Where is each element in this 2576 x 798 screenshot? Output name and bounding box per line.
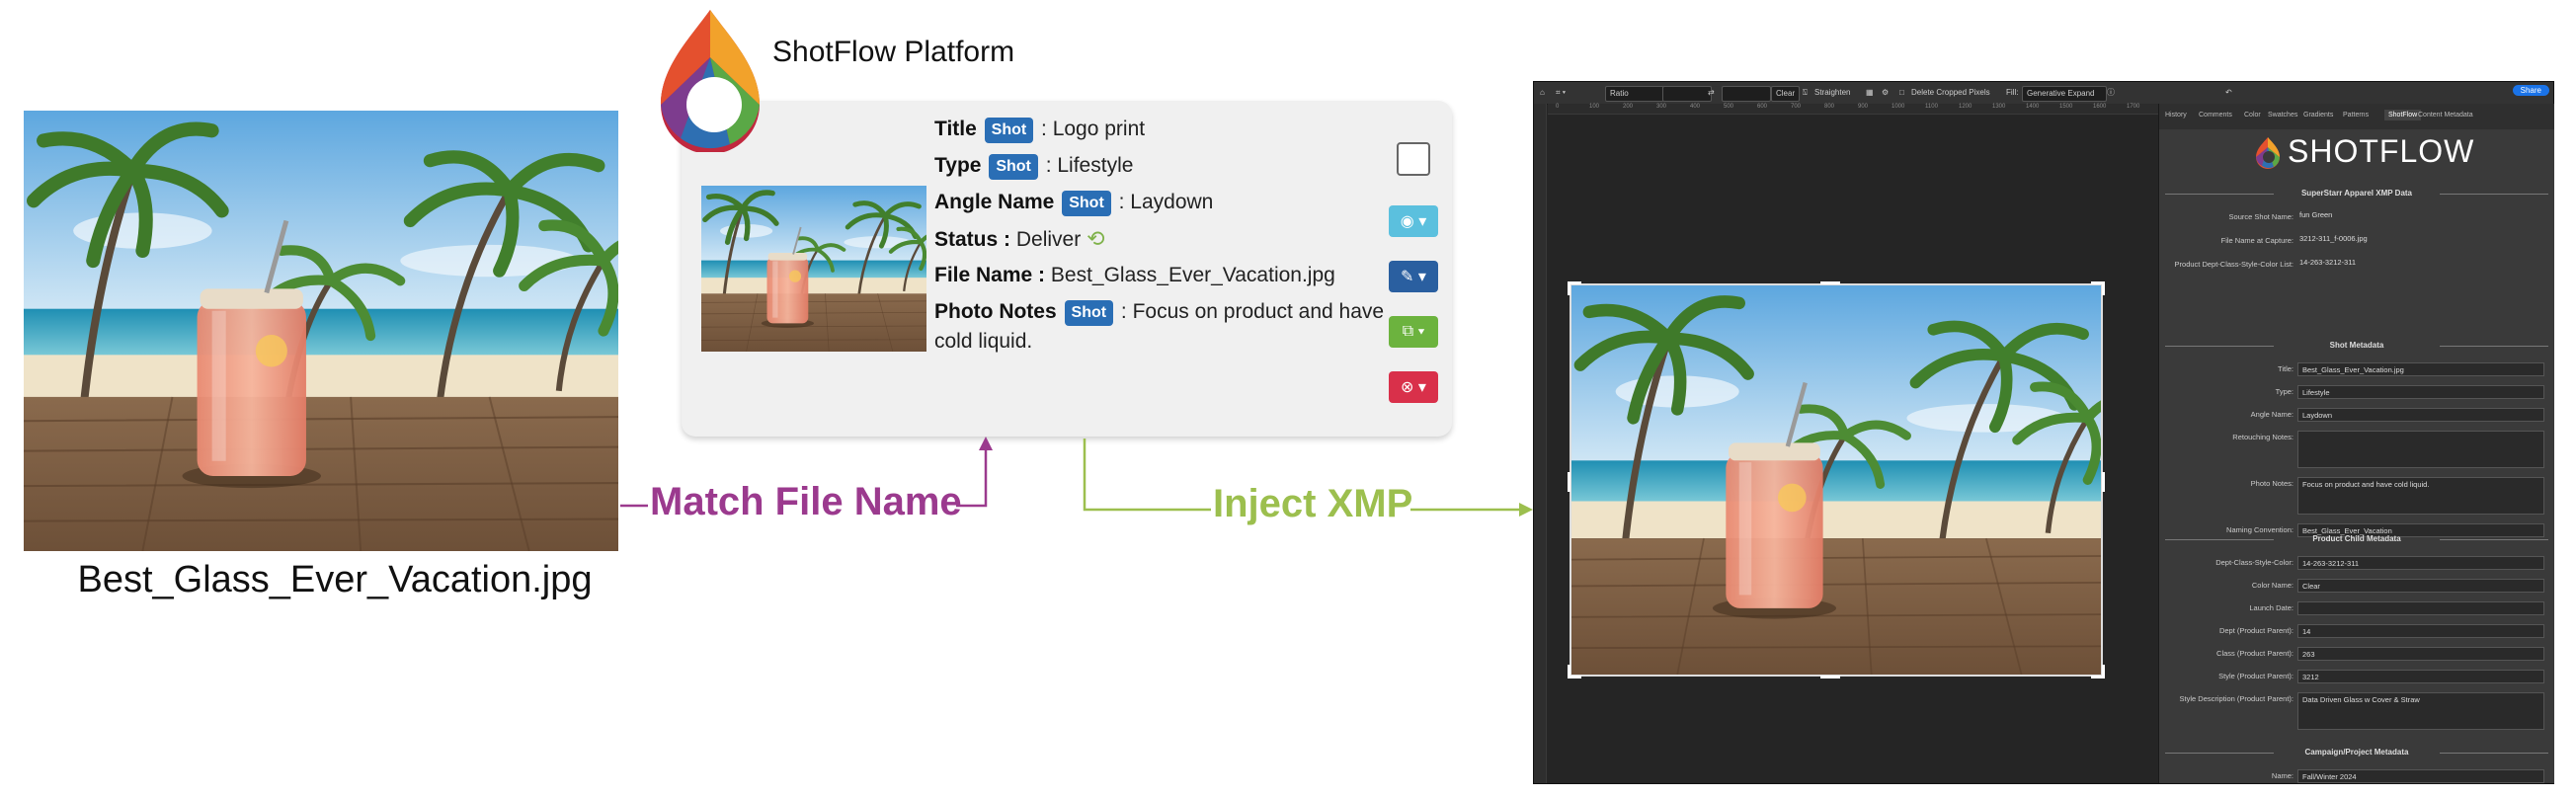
field-label: Dept (Product Parent):	[2218, 626, 2294, 635]
straighten-icon[interactable]: ⍂	[1803, 86, 1808, 100]
section-header: Shot Metadata	[2165, 341, 2548, 350]
field-input[interactable]: Best_Glass_Ever_Vacation.jpg	[2297, 362, 2544, 376]
field-label: Dept-Class-Style-Color:	[2215, 558, 2294, 567]
ruler-tick: 700	[1791, 104, 1802, 110]
field-value: 14-263-3212-311	[2299, 258, 2356, 267]
ratio-select[interactable]: Ratio	[1605, 86, 1664, 102]
ruler-tick: 1700	[2127, 104, 2140, 110]
crop-handle[interactable]	[2102, 472, 2105, 492]
ruler-tick: 1200	[1959, 104, 1972, 110]
crop-handle[interactable]	[2102, 665, 2105, 678]
field-label: Style Description (Product Parent):	[2179, 694, 2294, 703]
clear-button[interactable]: Clear	[1771, 86, 1801, 102]
field-label: Name:	[2271, 771, 2294, 780]
crop-handle[interactable]	[2102, 281, 2105, 295]
ruler-tick: 900	[1858, 104, 1869, 110]
ruler-tick: 600	[1757, 104, 1768, 110]
crop-handle[interactable]	[1820, 676, 1840, 678]
crop-icon[interactable]: ⌗ ▾	[1556, 86, 1566, 100]
field-label: Retouching Notes:	[2232, 433, 2294, 441]
width-input[interactable]	[1662, 86, 1712, 102]
ruler-tick: 1500	[2059, 104, 2073, 110]
field-input[interactable]: Fall/Winter 2024	[2297, 769, 2544, 783]
field-input[interactable]: 14-263-3212-311	[2297, 556, 2544, 570]
field-input[interactable]: 14	[2297, 624, 2544, 638]
field-label: Photo Notes:	[2250, 479, 2294, 488]
straighten-button[interactable]: Straighten	[1814, 86, 1850, 100]
field-label: Class (Product Parent):	[2216, 649, 2294, 658]
tab-content-metadata[interactable]: Content Metadata	[2418, 112, 2473, 119]
fill-select[interactable]: Generative Expand	[2022, 86, 2107, 102]
gear-icon[interactable]: ⚙	[1882, 86, 1889, 100]
home-icon[interactable]: ⌂	[1540, 86, 1545, 100]
vertical-ruler	[1534, 104, 1547, 783]
crop-handle[interactable]	[1568, 472, 1570, 492]
field-label: Product Dept-Class-Style-Color List:	[2174, 260, 2294, 269]
field-input[interactable]: Focus on product and have cold liquid.	[2297, 477, 2544, 515]
ruler-tick: 300	[1656, 104, 1667, 110]
crop-handle[interactable]	[1820, 281, 1840, 284]
field-value: 3212-311_f-0006.jpg	[2299, 234, 2368, 243]
delete-cropped-label: Delete Cropped Pixels	[1911, 88, 1990, 97]
field-label: Naming Convention:	[2226, 525, 2294, 534]
field-input[interactable]	[2297, 431, 2544, 468]
section-header: Product Child Metadata	[2165, 534, 2548, 543]
field-label: File Name at Capture:	[2220, 236, 2294, 245]
field-value: fun Green	[2299, 210, 2333, 219]
field-label: Launch Date:	[2249, 603, 2294, 612]
field-label: Type:	[2275, 387, 2294, 396]
editor-window: ⌂ ⌗ ▾ Ratio ⇄ Clear ⍂ Straighten ▦ ⚙ □ D…	[1533, 81, 2554, 784]
tab-swatches[interactable]: Swatches	[2268, 112, 2297, 119]
ruler-tick: 800	[1824, 104, 1835, 110]
field-input[interactable]: Lifestyle	[2297, 385, 2544, 399]
crop-handle[interactable]	[1568, 665, 1570, 678]
share-button[interactable]: Share	[2512, 85, 2549, 96]
field-input[interactable]: Laydown	[2297, 408, 2544, 422]
delete-cropped-checkbox[interactable]: □	[1899, 86, 1904, 100]
ruler-tick: 400	[1690, 104, 1701, 110]
undo-icon[interactable]: ↶	[2225, 86, 2232, 100]
ruler-tick: 1000	[1892, 104, 1905, 110]
field-input[interactable]: Data Driven Glass w Cover & Straw	[2297, 692, 2544, 730]
section-header: Campaign/Project Metadata	[2165, 748, 2548, 757]
panel-brand-name: SHOTFLOW	[2288, 133, 2475, 169]
match-file-name-label: Match File Name	[650, 480, 962, 523]
field-label: Style (Product Parent):	[2218, 672, 2294, 680]
grid-icon[interactable]: ▦	[1866, 86, 1874, 100]
canvas-image[interactable]	[1570, 283, 2103, 677]
tab-patterns[interactable]: Patterns	[2343, 112, 2369, 119]
tab-shotflow[interactable]: ShotFlow	[2384, 110, 2422, 120]
field-input[interactable]: Clear	[2297, 579, 2544, 593]
field-input[interactable]	[2297, 601, 2544, 615]
editor-toolbar: ⌂ ⌗ ▾ Ratio ⇄ Clear ⍂ Straighten ▦ ⚙ □ D…	[1534, 82, 2553, 105]
crop-handle[interactable]	[1568, 281, 1570, 295]
field-label: Color Name:	[2251, 581, 2294, 590]
field-label: Source Shot Name:	[2228, 212, 2294, 221]
fill-label: Fill:	[2006, 88, 2019, 97]
section-header: SuperStarr Apparel XMP Data	[2165, 189, 2548, 198]
ruler-tick: 0	[1556, 104, 1560, 110]
height-input[interactable]	[1722, 86, 1771, 102]
ruler-tick: 100	[1589, 104, 1600, 110]
ruler-tick: 1400	[2026, 104, 2040, 110]
ruler-tick: 1600	[2093, 104, 2107, 110]
metadata-panel: History Comments Color Swatches Gradients Pat…	[2158, 104, 2554, 783]
ruler-tick: 200	[1623, 104, 1634, 110]
tab-color[interactable]: Color	[2244, 112, 2261, 119]
panel-tabs: History Comments Color Swatches Gradients Pat…	[2159, 104, 2554, 129]
ruler-tick: 1300	[1992, 104, 2006, 110]
field-label: Angle Name:	[2250, 410, 2294, 419]
tab-history[interactable]: History	[2165, 112, 2187, 119]
inject-xmp-label: Inject XMP	[1213, 482, 1413, 525]
ruler-tick: 1100	[1925, 104, 1938, 110]
field-input[interactable]: 3212	[2297, 670, 2544, 683]
tab-comments[interactable]: Comments	[2199, 112, 2232, 119]
info-icon[interactable]: ⓘ	[2107, 86, 2115, 100]
ruler-tick: 500	[1724, 104, 1734, 110]
field-input[interactable]: 263	[2297, 647, 2544, 661]
tab-gradients[interactable]: Gradients	[2303, 112, 2333, 119]
field-label: Title:	[2278, 364, 2294, 373]
swap-icon[interactable]: ⇄	[1708, 86, 1715, 100]
